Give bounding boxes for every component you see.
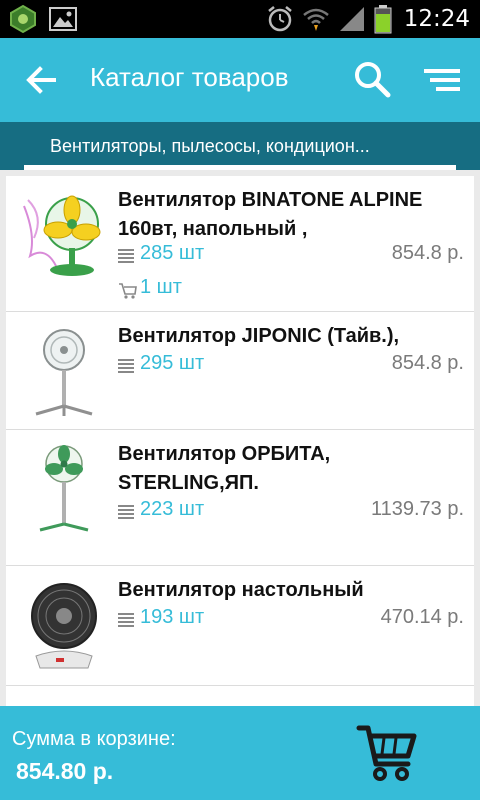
- list-icon: [118, 613, 134, 627]
- stock-row: 193 шт 470.14 р.: [118, 606, 464, 636]
- product-item[interactable]: Вентилятор JIPONIC (Тайв.), 295 шт 854.8…: [6, 312, 474, 430]
- app-icon: [10, 4, 36, 34]
- tab-indicator: [24, 165, 456, 170]
- stock-row: 295 шт 854.8 р.: [118, 352, 464, 382]
- action-bar: Каталог товаров: [0, 38, 480, 122]
- product-image: [16, 186, 112, 282]
- list-icon: [118, 505, 134, 519]
- price: 854.8 р.: [391, 242, 464, 264]
- cart-summary-bar: Сумма в корзине: 854.80 р.: [0, 706, 480, 800]
- image-icon: [49, 7, 77, 31]
- cart-row: 1 шт: [118, 276, 464, 306]
- product-item[interactable]: Вентилятор настольный 193 шт 470.14 р.: [6, 566, 474, 686]
- battery-icon: [374, 5, 392, 34]
- category-tab-strip: Вентиляторы, пылесосы, кондицион...: [0, 122, 480, 170]
- wifi-icon: [302, 8, 329, 31]
- stock-count: 223 шт: [140, 498, 205, 520]
- cart-quantity: 1 шт: [140, 276, 182, 298]
- product-list[interactable]: Вентилятор BINATONE ALPINE 160вт, наполь…: [6, 176, 474, 706]
- cart-icon: [119, 283, 137, 299]
- product-name: Вентилятор JIPONIC (Тайв.),: [118, 325, 400, 347]
- product-image: [16, 440, 112, 536]
- stock-count: 193 шт: [140, 606, 205, 628]
- list-icon: [118, 249, 134, 263]
- alarm-icon: [267, 6, 292, 32]
- cart-sum-label: Сумма в корзине:: [12, 728, 176, 750]
- product-image: [16, 322, 112, 418]
- product-item-partial[interactable]: [6, 686, 474, 706]
- stock-row: 223 шт 1139.73 р.: [118, 498, 464, 528]
- tab-label: Вентиляторы, пылесосы, кондицион...: [50, 136, 370, 156]
- tab-category[interactable]: Вентиляторы, пылесосы, кондицион...: [24, 122, 456, 170]
- product-name: Вентилятор настольный: [118, 579, 364, 601]
- page-title: Каталог товаров: [90, 62, 289, 92]
- menu-icon[interactable]: [418, 60, 466, 100]
- status-bar: 12:24: [0, 0, 480, 38]
- stock-row: 285 шт 854.8 р.: [118, 242, 464, 272]
- back-arrow-icon[interactable]: [22, 60, 62, 100]
- price: 470.14 р.: [380, 606, 464, 628]
- stock-count: 295 шт: [140, 352, 205, 374]
- product-image: [16, 576, 112, 672]
- product-name: Вентилятор ОРБИТА, STERLING,ЯП.: [118, 443, 331, 494]
- product-name: Вентилятор BINATONE ALPINE 160вт, наполь…: [118, 189, 423, 240]
- product-item[interactable]: Вентилятор BINATONE ALPINE 160вт, наполь…: [6, 176, 474, 312]
- list-icon: [118, 359, 134, 373]
- clock: 12:24: [403, 6, 470, 32]
- cart-sum-value: 854.80 р.: [16, 758, 114, 784]
- product-item[interactable]: Вентилятор ОРБИТА, STERLING,ЯП. 223 шт 1…: [6, 430, 474, 566]
- price: 1139.73 р.: [370, 498, 464, 520]
- cart-icon[interactable]: [356, 720, 418, 782]
- search-icon[interactable]: [350, 58, 394, 102]
- signal-icon: [339, 7, 364, 31]
- stock-count: 285 шт: [140, 242, 205, 264]
- price: 854.8 р.: [391, 352, 464, 374]
- product-image: [16, 696, 112, 706]
